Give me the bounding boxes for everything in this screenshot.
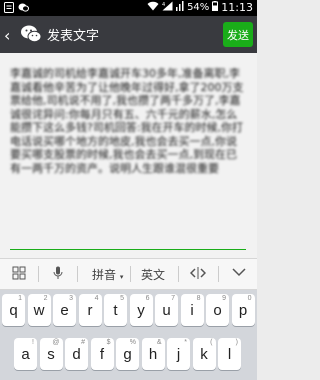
signal-bars-icon — [176, 1, 184, 14]
battery-percent: 54% — [187, 2, 210, 13]
key-hint: 0 — [247, 295, 252, 302]
key-letter: o — [213, 301, 222, 319]
key-letter: s — [47, 345, 55, 363]
key-letter: t — [113, 301, 118, 319]
key-u[interactable]: 7u — [155, 294, 178, 326]
key-letter: d — [72, 345, 81, 363]
clock: 11:13 — [221, 1, 253, 14]
key-a[interactable]: ! a — [14, 338, 37, 370]
key-letter: j — [176, 345, 181, 363]
divider — [218, 266, 219, 282]
key-hint: 5 — [120, 295, 124, 302]
key-j[interactable]: * j — [167, 338, 190, 370]
key-letter: i — [190, 301, 194, 319]
key-f[interactable]: $ f — [90, 338, 114, 370]
wechat-logo-icon — [20, 23, 42, 45]
key-hint: 6 — [145, 295, 150, 302]
divider — [178, 266, 179, 282]
english-mode-button[interactable]: 英文 — [141, 266, 165, 283]
cursor-move-icon[interactable] — [189, 266, 207, 283]
key-letter: u — [162, 301, 171, 319]
key-y[interactable]: 6y — [129, 294, 153, 326]
key-hint: @ — [52, 339, 60, 346]
page-title: 发表文字 — [47, 29, 100, 44]
key-letter: p — [238, 301, 248, 319]
key-letter: w — [33, 301, 45, 319]
key-letter: g — [123, 345, 132, 363]
key-hint: 2 — [43, 295, 48, 302]
pinyin-mode-button[interactable]: 拼音 ▾ — [92, 266, 123, 283]
post-text-input[interactable]: 李嘉诚的司机给李嘉诚开车30多年,准备离职,李嘉诚看他辛苦为了让他晚年过得好,拿… — [10, 67, 246, 175]
key-letter: e — [60, 301, 69, 319]
key-hint: 3 — [69, 295, 73, 302]
back-icon[interactable]: ‹ — [4, 26, 18, 45]
key-i[interactable]: 8i — [180, 294, 204, 326]
battery-icon — [212, 1, 219, 14]
key-o[interactable]: 9o — [206, 294, 229, 326]
key-g[interactable]: % g — [116, 338, 139, 370]
screen: 4 54% 11:13 ‹ 发表文字 发送 李嘉诚的司机给李嘉诚开车30多年,准… — [0, 0, 257, 380]
keyboard-toolbar: 拼音 ▾ 英文 — [0, 258, 257, 290]
key-hint: 9 — [222, 295, 226, 302]
chat-notification-icon — [18, 2, 29, 16]
key-e[interactable]: 3e — [53, 294, 76, 326]
key-letter: h — [148, 345, 158, 363]
key-h[interactable]: & h — [141, 338, 165, 370]
signal-icon: 4 — [162, 1, 173, 14]
key-k[interactable]: (k — [192, 338, 216, 370]
keyboard: 1q 2w 3e 4r 5t 6y 7u 8i 9o 0p ! a @ s # d $… — [0, 290, 257, 380]
chevron-down-icon[interactable] — [232, 266, 246, 280]
key-hint: & — [156, 339, 162, 346]
text-editor[interactable]: 李嘉诚的司机给李嘉诚开车30多年,准备离职,李嘉诚看他辛苦为了让他晚年过得好,拿… — [0, 53, 257, 258]
key-letter: k — [200, 345, 208, 363]
send-button[interactable]: 发送 — [223, 22, 253, 47]
title-bar: ‹ 发表文字 发送 — [0, 16, 257, 53]
key-s[interactable]: @ s — [39, 338, 63, 370]
key-hint: * — [184, 339, 187, 346]
key-d[interactable]: # d — [65, 338, 88, 370]
key-l[interactable]: ) l — [218, 338, 241, 370]
key-hint: 8 — [196, 295, 201, 302]
pinyin-label: 拼音 — [92, 268, 117, 282]
key-p[interactable]: 0p — [231, 294, 255, 326]
key-q[interactable]: 1q — [2, 294, 25, 326]
status-bar: 4 54% 11:13 — [0, 0, 257, 16]
key-hint: ( — [210, 339, 213, 346]
input-underline — [10, 249, 246, 250]
key-hint: % — [129, 339, 136, 346]
divider — [130, 266, 131, 282]
key-hint: 1 — [18, 295, 22, 302]
key-w[interactable]: 2w — [27, 294, 51, 326]
grid-icon[interactable] — [12, 266, 26, 283]
key-r[interactable]: 4r — [78, 294, 102, 326]
wifi-icon — [147, 1, 159, 14]
divider — [38, 266, 39, 282]
key-hint: $ — [106, 339, 111, 346]
key-letter: r — [87, 301, 93, 319]
notification-icon — [4, 2, 14, 16]
key-hint: 4 — [94, 295, 99, 302]
key-letter: l — [227, 345, 232, 363]
key-letter: y — [137, 301, 145, 319]
key-t[interactable]: 5t — [104, 294, 127, 326]
dropdown-triangle-icon: ▾ — [119, 273, 124, 281]
microphone-icon[interactable] — [53, 266, 63, 284]
divider — [77, 266, 78, 282]
key-letter: q — [9, 301, 18, 319]
key-hint: 7 — [171, 295, 175, 302]
key-hint: # — [81, 339, 85, 346]
key-letter: a — [21, 345, 30, 363]
svg-text:4: 4 — [162, 2, 165, 8]
key-hint: ! — [32, 339, 34, 346]
key-hint: ) — [235, 339, 238, 346]
key-letter: f — [99, 345, 105, 363]
